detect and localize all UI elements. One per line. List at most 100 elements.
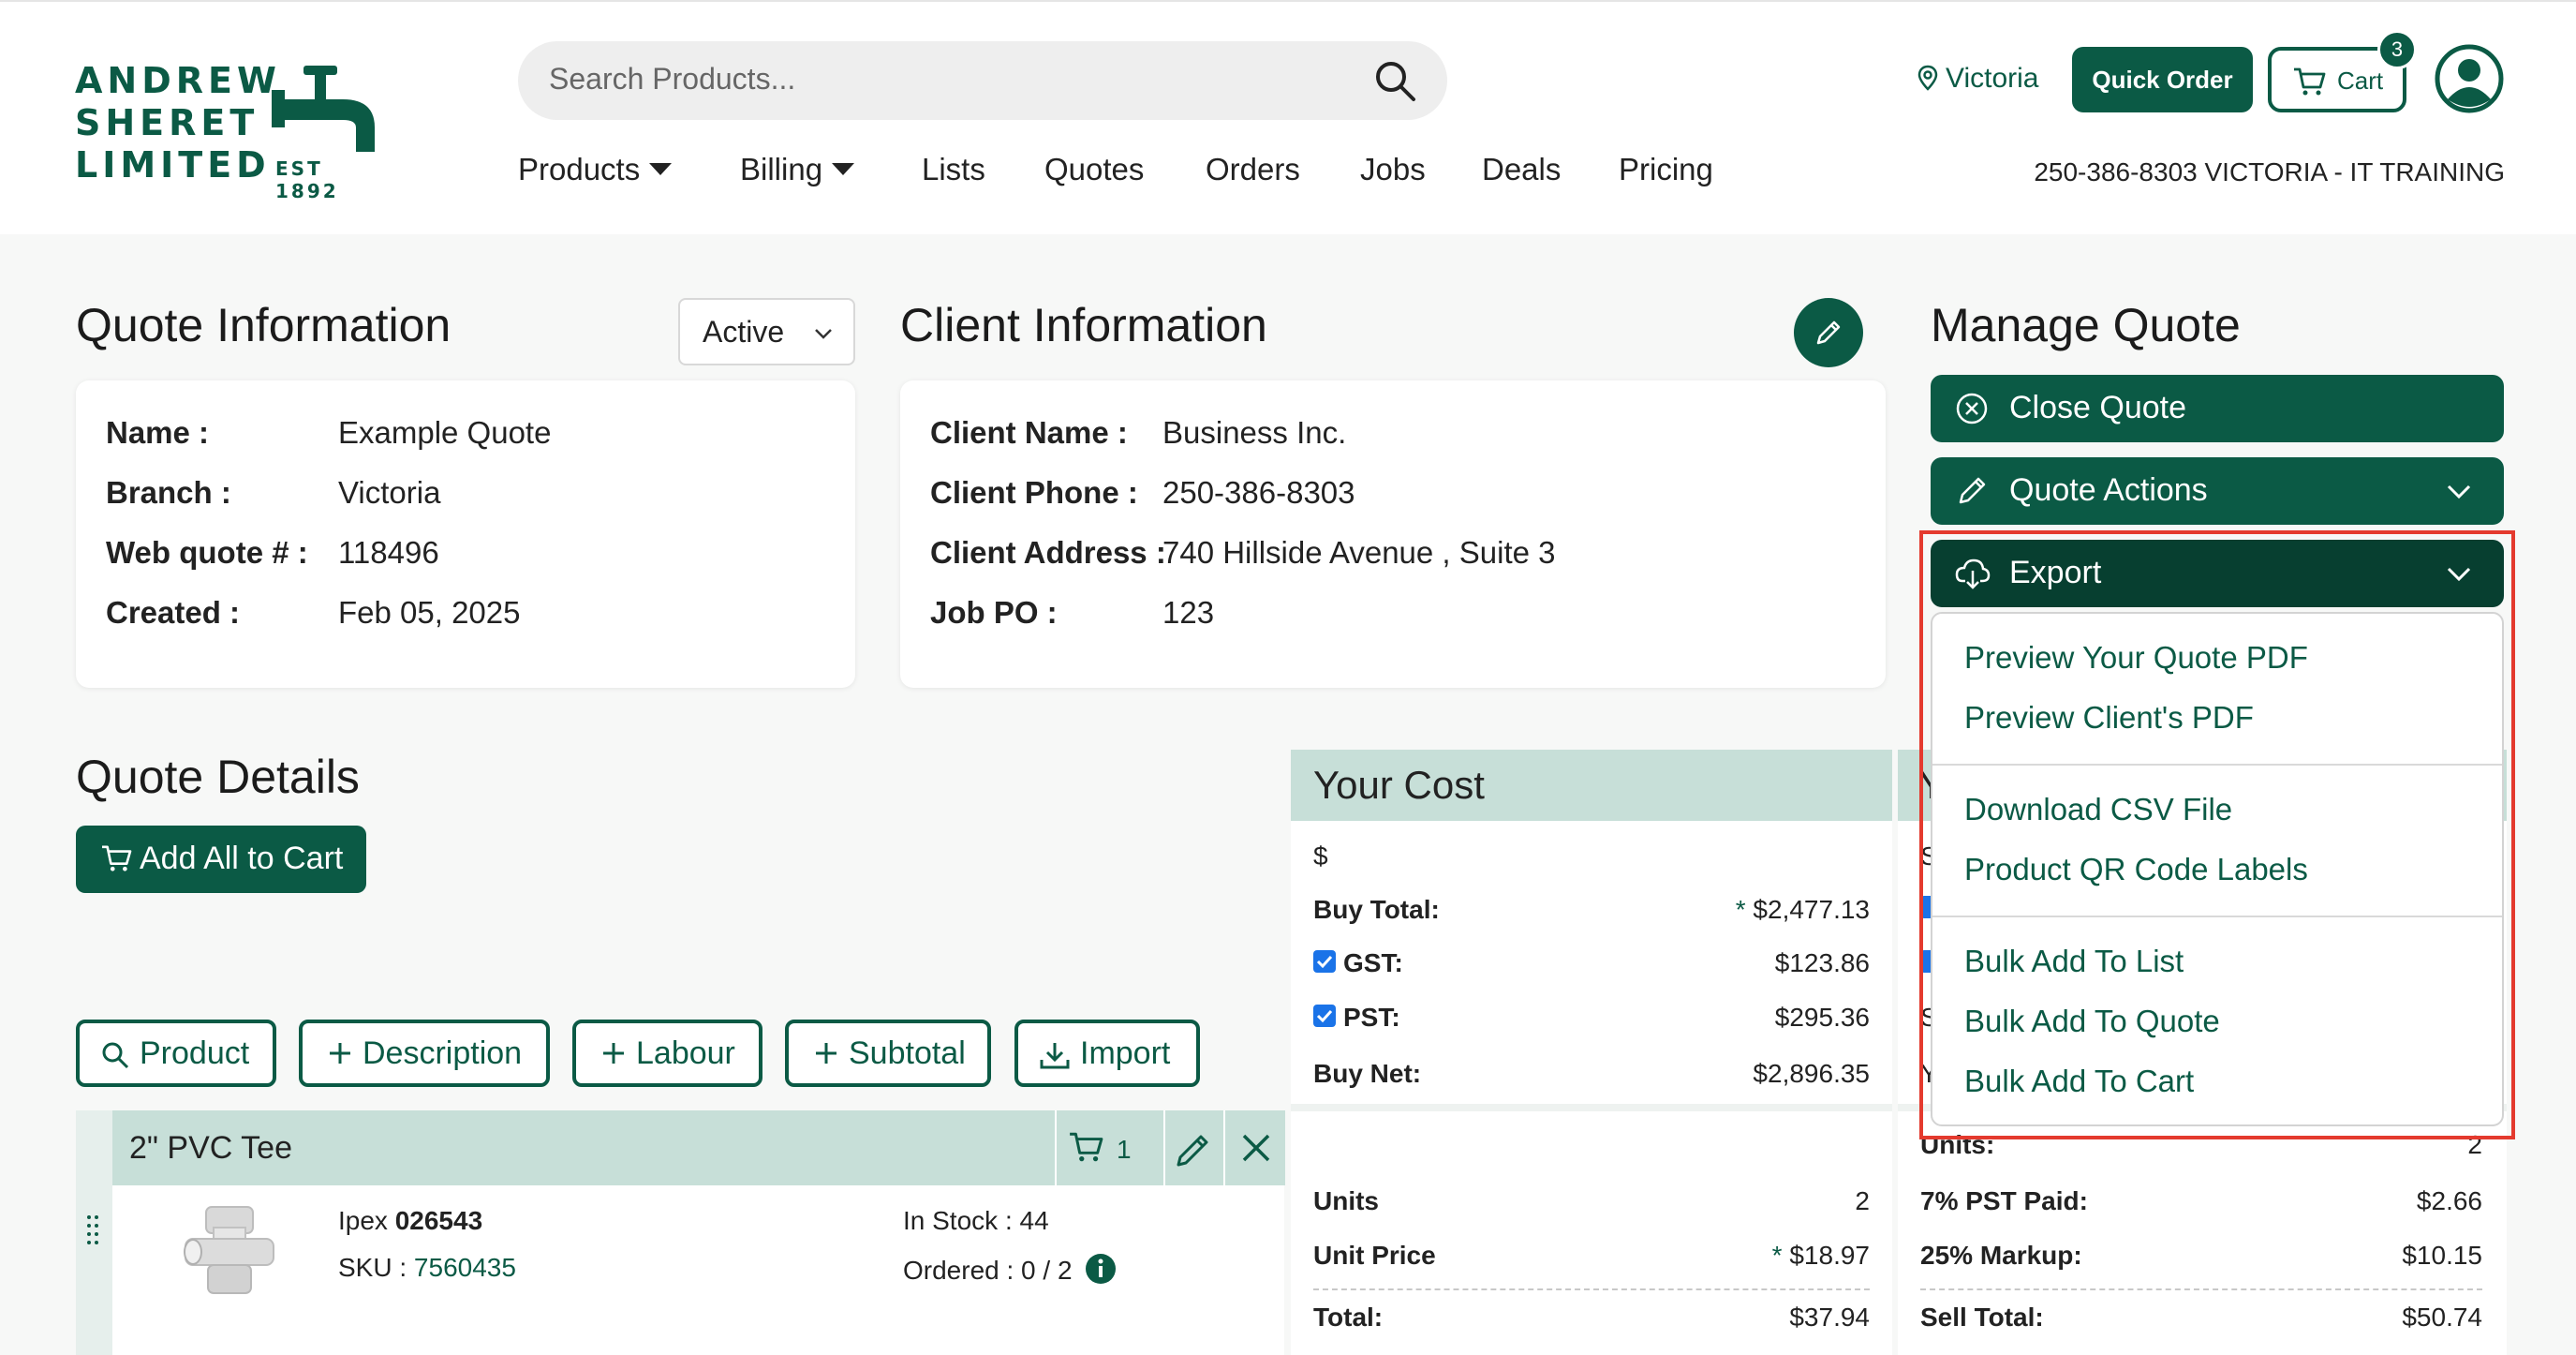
- branch-location[interactable]: Victoria: [1917, 63, 2039, 95]
- company-logo[interactable]: ANDREW SHERET LIMITED EST 1892: [75, 60, 393, 202]
- client-name-value: Business Inc.: [1162, 415, 1347, 450]
- line-item-header: 2" PVC Tee 1: [112, 1110, 1285, 1185]
- quote-status-select[interactable]: Active: [678, 298, 855, 365]
- nav-billing-label: Billing: [740, 152, 823, 186]
- quote-name-label: Name :: [106, 415, 210, 450]
- add-description-button[interactable]: Description: [299, 1020, 550, 1087]
- ordered-value: Ordered : 0 / 2: [903, 1256, 1073, 1285]
- nav-jobs[interactable]: Jobs: [1360, 152, 1426, 187]
- line-item-cart-button[interactable]: 1: [1068, 1125, 1154, 1172]
- buy-net-value: $2,896.35: [1753, 1059, 1870, 1088]
- pst-label: PST:: [1343, 1003, 1400, 1032]
- client-info-title: Client Information: [900, 299, 1267, 351]
- estimate-star: *: [1771, 1241, 1783, 1270]
- unit-price-amount: $18.97: [1789, 1241, 1870, 1270]
- line-item-cart-qty: 1: [1117, 1135, 1132, 1164]
- add-product-button[interactable]: Product: [76, 1020, 276, 1087]
- add-all-to-cart-button[interactable]: Add All to Cart: [76, 826, 366, 893]
- total-divider: [1313, 1288, 1870, 1290]
- import-label: Import: [1080, 1035, 1171, 1071]
- units-value: 2: [1855, 1186, 1870, 1215]
- user-account-icon[interactable]: [2434, 43, 2505, 114]
- highlight-box: [1919, 530, 2515, 1139]
- plus-icon: [603, 1043, 624, 1064]
- logo-line-2: SHERET: [75, 102, 259, 143]
- check-icon: [1316, 1009, 1333, 1023]
- logo-est: EST 1892: [275, 157, 339, 202]
- quote-status-value: Active: [703, 315, 785, 349]
- cart-icon: [1070, 1132, 1103, 1162]
- location-label: Victoria: [1946, 63, 2039, 94]
- nav-orders[interactable]: Orders: [1206, 152, 1300, 187]
- web-quote-label: Web quote # :: [106, 535, 308, 570]
- sell-total-value: $50.74: [2402, 1303, 2482, 1332]
- client-phone-value: 250-386-8303: [1162, 475, 1355, 510]
- pvc-tee-product-image[interactable]: [178, 1199, 281, 1303]
- info-icon[interactable]: [1085, 1253, 1117, 1285]
- nav-lists[interactable]: Lists: [922, 152, 985, 187]
- in-stock-text: In Stock : 44: [903, 1206, 1049, 1235]
- import-button[interactable]: Import: [1014, 1020, 1200, 1087]
- product-sku: SKU : 7560435: [338, 1253, 516, 1283]
- caret-down-icon: [649, 162, 673, 175]
- edit-line-pencil-icon[interactable]: [1163, 1110, 1223, 1185]
- created-label: Created :: [106, 595, 241, 630]
- gst-label: GST:: [1343, 948, 1403, 977]
- unit-price-value: * $18.97: [1686, 1241, 1870, 1271]
- estimate-star: *: [1735, 895, 1746, 924]
- web-quote-value: 118496: [338, 535, 439, 570]
- nav-deals[interactable]: Deals: [1482, 152, 1561, 187]
- pst-checkbox[interactable]: [1313, 1005, 1336, 1027]
- quote-actions-label: Quote Actions: [2009, 472, 2208, 508]
- remove-line-close-icon[interactable]: [1227, 1110, 1285, 1185]
- faucet-icon: [272, 66, 375, 152]
- sell-total-label: Sell Total:: [1920, 1303, 2044, 1332]
- search-icon[interactable]: [1372, 58, 1417, 103]
- site-header: ANDREW SHERET LIMITED EST 1892 Search Pr…: [0, 0, 2576, 234]
- header-divider: [1055, 1110, 1057, 1185]
- quote-actions-button[interactable]: Quote Actions: [1931, 457, 2504, 525]
- sku-label: SKU :: [338, 1253, 407, 1282]
- quote-details-title: Quote Details: [76, 751, 360, 803]
- line-item-title: 2" PVC Tee: [129, 1130, 292, 1166]
- description-label: Description: [363, 1035, 523, 1071]
- buy-net-label: Buy Net:: [1313, 1059, 1422, 1088]
- branch-phone-line: 250-386-8303 VICTORIA - IT TRAINING: [2034, 157, 2505, 186]
- nav-products[interactable]: Products: [518, 152, 673, 187]
- client-name-label: Client Name :: [930, 415, 1128, 450]
- ordered-text: Ordered : 0 / 2: [903, 1253, 1117, 1286]
- nav-billing[interactable]: Billing: [740, 152, 855, 187]
- gst-value: $123.86: [1774, 948, 1870, 977]
- pencil-icon: [1959, 477, 1986, 504]
- your-cost-header: Your Cost: [1291, 750, 1892, 821]
- drag-handle-icon[interactable]: [85, 1214, 100, 1246]
- search-bar[interactable]: Search Products...: [518, 41, 1447, 120]
- client-address-label: Client Address :: [930, 535, 1166, 570]
- search-placeholder: Search Products...: [549, 62, 796, 96]
- sell-total-divider: [1920, 1288, 2482, 1290]
- download-icon: [1040, 1043, 1070, 1069]
- buy-total-amount: $2,477.13: [1753, 895, 1870, 924]
- edit-client-button[interactable]: [1794, 298, 1863, 367]
- pst-paid-label: 7% PST Paid:: [1920, 1186, 2088, 1215]
- job-po-label: Job PO :: [930, 595, 1058, 630]
- nav-pricing[interactable]: Pricing: [1619, 152, 1713, 187]
- nav-quotes[interactable]: Quotes: [1044, 152, 1144, 187]
- product-part-number: 026543: [394, 1206, 483, 1235]
- manage-quote-title: Manage Quote: [1931, 299, 2241, 351]
- gst-checkbox[interactable]: [1313, 950, 1336, 973]
- close-quote-button[interactable]: Close Quote: [1931, 375, 2504, 442]
- sku-link[interactable]: 7560435: [414, 1253, 516, 1282]
- add-labour-button[interactable]: Labour: [572, 1020, 762, 1087]
- your-cost-title: Your Cost: [1313, 763, 1485, 807]
- nav-products-label: Products: [518, 152, 641, 186]
- add-subtotal-button[interactable]: Subtotal: [785, 1020, 991, 1087]
- header-divider: [1223, 1110, 1225, 1185]
- plus-icon: [330, 1043, 350, 1064]
- close-quote-label: Close Quote: [2009, 390, 2186, 425]
- pencil-icon: [1816, 320, 1841, 345]
- quote-name-value: Example Quote: [338, 415, 552, 450]
- quote-info-title: Quote Information: [76, 299, 452, 351]
- client-phone-label: Client Phone :: [930, 475, 1138, 510]
- quick-order-button[interactable]: Quick Order: [2072, 47, 2253, 112]
